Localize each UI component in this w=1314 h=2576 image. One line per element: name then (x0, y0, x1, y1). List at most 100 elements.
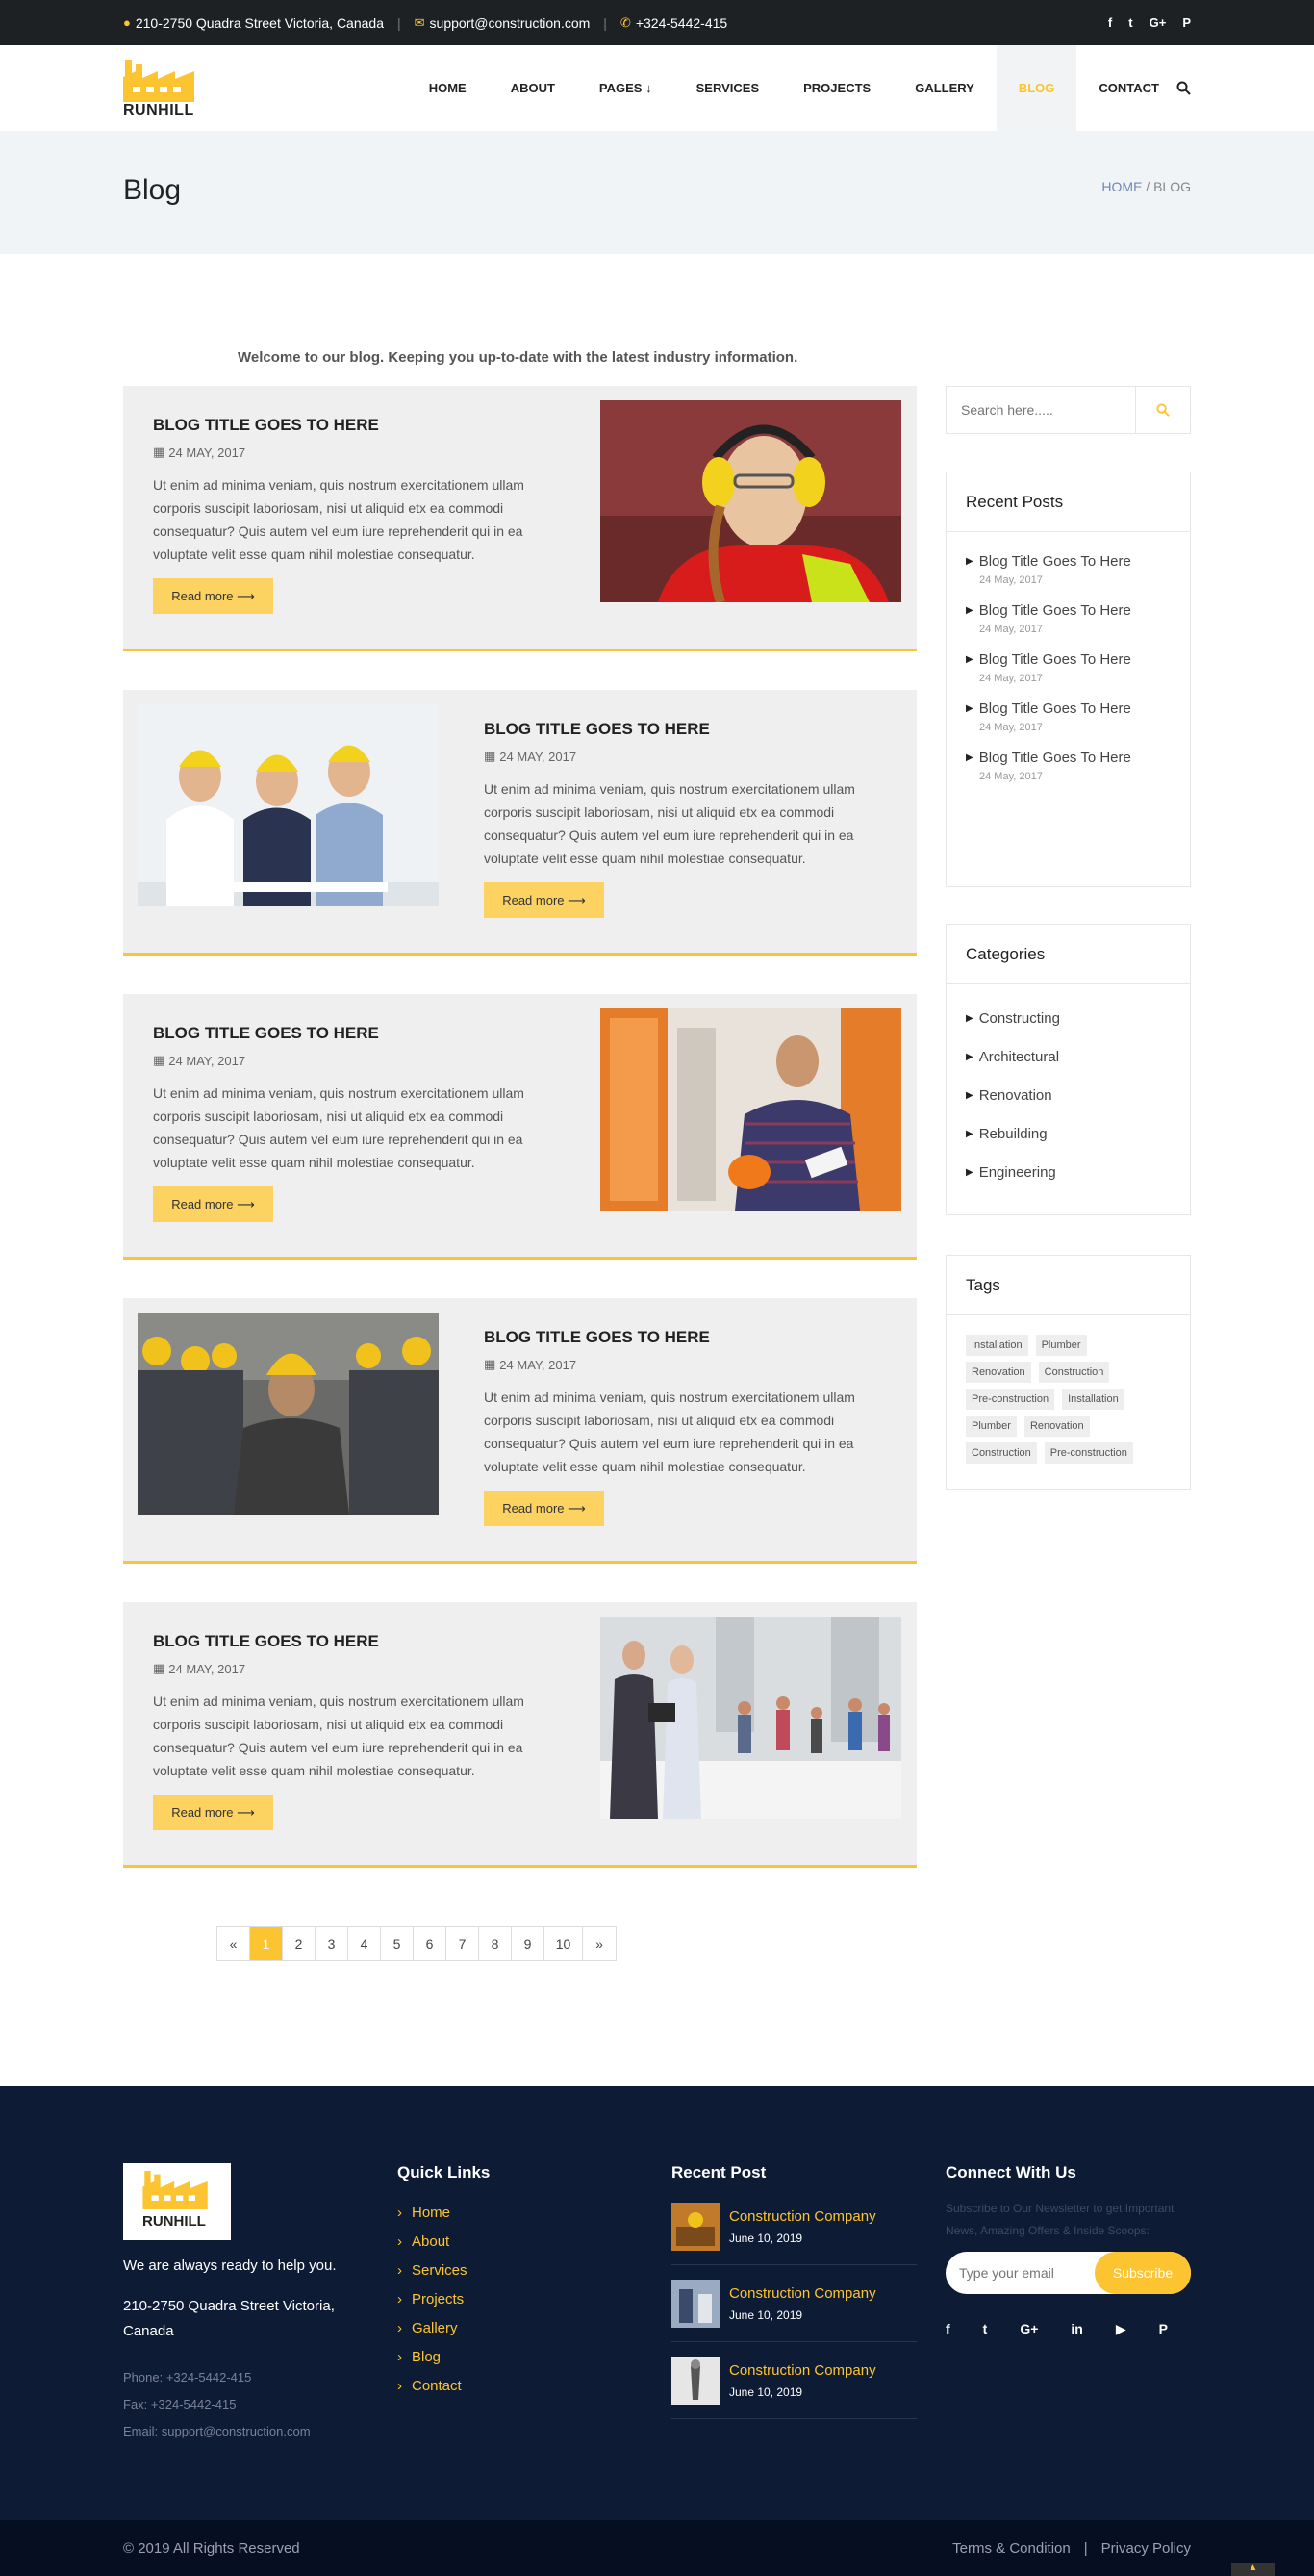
nav-about[interactable]: ABOUT (489, 45, 577, 131)
nav-services[interactable]: SERVICES (674, 45, 782, 131)
pagination-next[interactable]: » (583, 1927, 616, 1960)
pagination-page-10[interactable]: 10 (544, 1927, 583, 1960)
pagination-page-1[interactable]: 1 (250, 1927, 283, 1960)
tag-link[interactable]: Installation (966, 1335, 1028, 1356)
nav-home[interactable]: HOME (407, 45, 489, 131)
nav-pages[interactable]: PAGES ↓ (577, 45, 674, 131)
google-plus-icon[interactable]: G+ (1020, 2321, 1038, 2337)
pagination-page-4[interactable]: 4 (348, 1927, 381, 1960)
topbar-email-link[interactable]: support@construction.com (430, 15, 591, 31)
read-more-button[interactable]: Read more ⟶ (153, 1186, 273, 1222)
breadcrumb-home-link[interactable]: HOME (1101, 179, 1142, 194)
tag-link[interactable]: Renovation (1023, 1416, 1090, 1437)
recent-post-title[interactable]: Construction Company (729, 2362, 876, 2379)
post-title[interactable]: BLOG TITLE GOES TO HERE (484, 1328, 869, 1347)
nav-contact[interactable]: CONTACT (1076, 45, 1173, 131)
facebook-icon[interactable]: f (946, 2321, 950, 2337)
tag-link[interactable]: Pre-construction (1044, 1442, 1133, 1464)
footer-link-services[interactable]: Services (412, 2262, 467, 2279)
back-to-top-button[interactable]: ▲ (1231, 2563, 1275, 2576)
linkedin-icon[interactable]: in (1071, 2321, 1082, 2337)
tag-link[interactable]: Construction (1038, 1362, 1110, 1383)
category-link[interactable]: ▶ Architectural (966, 1037, 1171, 1076)
post-date: 24 MAY, 2017 (168, 1661, 246, 1676)
google-plus-icon[interactable]: G+ (1150, 15, 1167, 30)
chevron-right-icon: › (397, 2290, 402, 2308)
sidebar-search-input[interactable] (947, 387, 1135, 433)
category-link[interactable]: ▶ Constructing (966, 999, 1171, 1037)
pagination-prev[interactable]: « (217, 1927, 250, 1960)
search-icon[interactable] (1173, 45, 1191, 131)
recent-post-link[interactable]: ▶ Blog Title Goes To Here (966, 553, 1171, 570)
newsletter-email-input[interactable] (959, 2252, 1094, 2294)
post-image-business-people[interactable] (600, 1617, 901, 1819)
youtube-icon[interactable]: ▶ (1116, 2321, 1126, 2337)
footer-link-contact[interactable]: Contact (412, 2378, 462, 2394)
footer-tagline: We are always ready to help you. (123, 2257, 337, 2274)
footer-link-gallery[interactable]: Gallery (412, 2320, 458, 2336)
category-link[interactable]: ▶ Engineering (966, 1153, 1171, 1191)
post-image-engineers-hardhats[interactable] (138, 704, 439, 906)
footer-link-projects[interactable]: Projects (412, 2291, 464, 2308)
read-more-button[interactable]: Read more ⟶ (484, 1491, 604, 1526)
recent-post-thumbnail[interactable] (671, 2356, 720, 2405)
recent-post-link[interactable]: ▶ Blog Title Goes To Here (966, 651, 1171, 668)
recent-post-thumbnail[interactable] (671, 2202, 720, 2251)
footer-link-blog[interactable]: Blog (412, 2349, 441, 2365)
pagination-page-3[interactable]: 3 (316, 1927, 348, 1960)
twitter-icon[interactable]: t (1128, 15, 1132, 30)
pinterest-icon[interactable]: P (1182, 15, 1191, 30)
recent-post-link[interactable]: ▶ Blog Title Goes To Here (966, 701, 1171, 717)
caret-right-icon: ▶ (966, 654, 973, 665)
pagination-page-9[interactable]: 9 (512, 1927, 544, 1960)
facebook-icon[interactable]: f (1108, 15, 1112, 30)
twitter-icon[interactable]: t (983, 2321, 988, 2337)
pagination-page-8[interactable]: 8 (479, 1927, 512, 1960)
post-title[interactable]: BLOG TITLE GOES TO HERE (153, 1632, 538, 1651)
nav-projects[interactable]: PROJECTS (781, 45, 893, 131)
site-logo[interactable]: RUNHILL (123, 60, 196, 121)
tag-link[interactable]: Pre-construction (966, 1389, 1055, 1410)
post-image-workers-crowd[interactable] (138, 1313, 439, 1515)
list-item: ▶ Blog Title Goes To Here 24 May, 2017 (966, 553, 1171, 586)
footer-phone: Phone: +324-5442-415 (123, 2370, 252, 2385)
post-image-worker-plaid-shirt[interactable] (600, 1008, 901, 1211)
read-more-button[interactable]: Read more ⟶ (484, 882, 604, 918)
recent-post-title[interactable]: Construction Company (729, 2208, 876, 2225)
post-title[interactable]: BLOG TITLE GOES TO HERE (153, 1024, 538, 1043)
nav-gallery[interactable]: GALLERY (893, 45, 997, 131)
read-more-button[interactable]: Read more ⟶ (153, 1795, 273, 1830)
topbar-phone-link[interactable]: +324-5442-415 (636, 15, 727, 31)
tag-link[interactable]: Plumber (1035, 1335, 1087, 1356)
nav-blog[interactable]: BLOG (996, 45, 1077, 131)
category-link[interactable]: ▶ Renovation (966, 1076, 1171, 1114)
recent-post-link[interactable]: ▶ Blog Title Goes To Here (966, 602, 1171, 619)
subscribe-button[interactable]: Subscribe (1095, 2252, 1191, 2294)
recent-post-title[interactable]: Construction Company (729, 2285, 876, 2302)
post-title[interactable]: BLOG TITLE GOES TO HERE (153, 416, 538, 435)
pagination-page-7[interactable]: 7 (446, 1927, 479, 1960)
tag-link[interactable]: Renovation (966, 1362, 1031, 1383)
pinterest-icon[interactable]: P (1159, 2321, 1168, 2337)
pagination-page-2[interactable]: 2 (283, 1927, 316, 1960)
tag-link[interactable]: Installation (1062, 1389, 1124, 1410)
recent-post-thumbnail[interactable] (671, 2279, 720, 2328)
caret-right-icon: ▶ (966, 1051, 973, 1062)
header: RUNHILL HOME ABOUT PAGES ↓ SERVICES PROJ… (0, 45, 1314, 131)
pagination-page-5[interactable]: 5 (381, 1927, 414, 1960)
terms-link[interactable]: Terms & Condition (952, 2540, 1071, 2557)
search-icon[interactable] (1135, 387, 1190, 433)
pagination-page-6[interactable]: 6 (414, 1927, 446, 1960)
map-marker-icon: ● (123, 15, 131, 30)
footer-logo[interactable]: RUNHILL (123, 2163, 231, 2240)
footer-link-home[interactable]: Home (412, 2205, 450, 2221)
category-link[interactable]: ▶ Rebuilding (966, 1114, 1171, 1153)
post-image-worker-ear-protection[interactable] (600, 400, 901, 602)
tag-link[interactable]: Construction (966, 1442, 1037, 1464)
privacy-link[interactable]: Privacy Policy (1101, 2540, 1191, 2557)
recent-post-link[interactable]: ▶ Blog Title Goes To Here (966, 750, 1171, 766)
tag-link[interactable]: Plumber (966, 1416, 1017, 1437)
read-more-button[interactable]: Read more ⟶ (153, 578, 273, 614)
footer-link-about[interactable]: About (412, 2233, 449, 2250)
post-title[interactable]: BLOG TITLE GOES TO HERE (484, 720, 869, 739)
